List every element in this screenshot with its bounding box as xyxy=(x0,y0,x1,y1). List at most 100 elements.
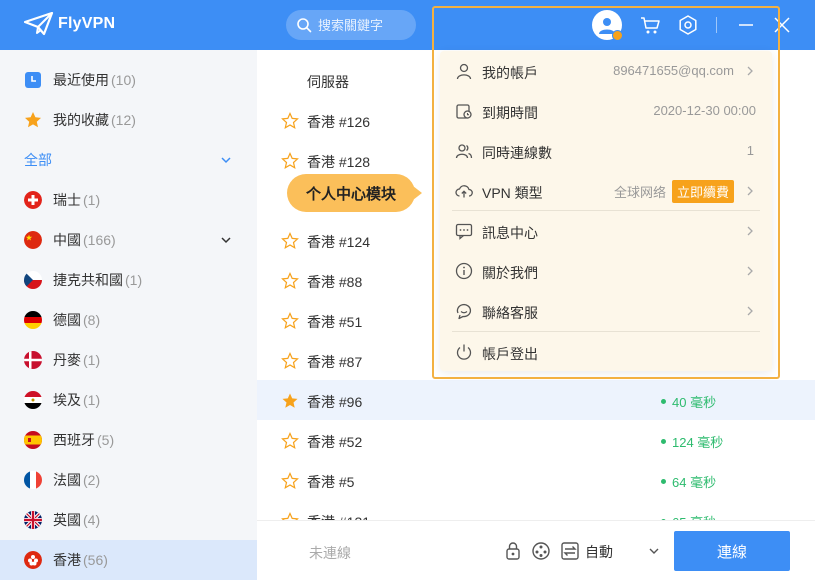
account-email: 896471655@qq.com xyxy=(613,63,734,78)
protocol-mode[interactable]: 自動 xyxy=(585,542,613,562)
sidebar-item-label: 我的收藏 xyxy=(53,112,109,128)
server-column-header: 伺服器 xyxy=(307,74,349,90)
sidebar-item-label: 香港 xyxy=(53,552,81,568)
server-name: 香港 #128 xyxy=(307,154,371,170)
star-outline-icon[interactable] xyxy=(281,512,299,520)
sidebar-item-count: (1) xyxy=(83,192,101,208)
cart-icon xyxy=(641,17,660,34)
sidebar-item-spain[interactable]: 西班牙 (5) xyxy=(0,420,257,460)
star-outline-icon[interactable] xyxy=(281,352,299,370)
sidebar-item-count: (10) xyxy=(111,72,136,88)
menu-item-messages[interactable]: 訊息中心 xyxy=(440,211,772,251)
sidebar-item-favorites[interactable]: 我的收藏 (12) xyxy=(0,100,257,140)
connection-status: 未連線 xyxy=(309,545,351,561)
star-outline-icon[interactable] xyxy=(281,312,299,330)
user-icon xyxy=(456,63,472,80)
sidebar-item-recent[interactable]: 最近使用 (10) xyxy=(0,60,257,100)
menu-item-label: 我的帳戶 xyxy=(482,65,538,81)
close-button[interactable] xyxy=(769,12,795,38)
server-name: 香港 #124 xyxy=(307,234,371,250)
star-outline-icon[interactable] xyxy=(281,152,299,170)
protocol-switch-icon[interactable] xyxy=(560,541,580,561)
sidebar-item-label: 德國 xyxy=(53,312,81,328)
chevron-down-icon[interactable] xyxy=(647,544,661,558)
server-name: 香港 #5 xyxy=(307,474,355,490)
sidebar-item-germany[interactable]: 德國 (8) xyxy=(0,300,257,340)
minimize-button[interactable] xyxy=(733,12,759,38)
cart-button[interactable] xyxy=(637,12,663,38)
sidebar-item-hongkong[interactable]: 香港 (56) xyxy=(0,540,257,580)
sidebar-item-count: (1) xyxy=(125,272,143,288)
chevron-right-icon xyxy=(747,66,753,76)
message-icon xyxy=(455,223,473,240)
menu-item-account[interactable]: 我的帳戶 896471655@qq.com xyxy=(440,51,772,91)
menu-item-support[interactable]: 聯絡客服 xyxy=(440,291,772,331)
menu-item-label: 訊息中心 xyxy=(482,225,538,241)
server-name: 香港 #52 xyxy=(307,434,363,450)
connection-bar: 未連線 自動 連線 xyxy=(257,520,815,580)
star-outline-icon[interactable] xyxy=(281,472,299,490)
info-icon xyxy=(455,262,473,280)
menu-item-label: 聯絡客服 xyxy=(482,305,538,321)
flag-france-icon xyxy=(24,471,42,489)
title-bar: FlyVPN xyxy=(0,0,815,50)
annotation-callout: 个人中心模块 xyxy=(287,174,415,212)
renew-now-button[interactable]: 立即續費 xyxy=(671,180,734,203)
vpn-type-value: 全球网络 立即續費 xyxy=(614,180,734,203)
chevron-down-icon xyxy=(221,157,231,164)
star-filled-icon[interactable] xyxy=(281,392,299,410)
star-outline-icon[interactable] xyxy=(281,232,299,250)
star-outline-icon[interactable] xyxy=(281,432,299,450)
sidebar-item-label: 最近使用 xyxy=(53,72,109,88)
chevron-down-icon[interactable] xyxy=(219,233,233,247)
sidebar-item-egypt[interactable]: 埃及 (1) xyxy=(0,380,257,420)
sidebar-item-denmark[interactable]: 丹麥 (1) xyxy=(0,340,257,380)
country-sidebar: 最近使用 (10) 我的收藏 (12) 全部 瑞士 (1) 中國 (166) 捷… xyxy=(0,50,257,580)
server-row[interactable]: 香港 #52 124 毫秒 xyxy=(257,420,815,460)
sidebar-item-count: (56) xyxy=(83,552,108,568)
star-outline-icon[interactable] xyxy=(281,112,299,130)
menu-item-label: 到期時間 xyxy=(482,105,538,121)
network-icon[interactable] xyxy=(531,541,551,561)
settings-button[interactable] xyxy=(675,12,701,38)
sidebar-item-label: 捷克共和國 xyxy=(53,272,123,288)
server-ping: 65 毫秒 xyxy=(661,512,716,520)
user-avatar-button[interactable] xyxy=(592,10,623,41)
server-row[interactable]: 香港 #131 65 毫秒 xyxy=(257,500,815,520)
flag-spain-icon xyxy=(24,431,42,449)
sidebar-item-label: 英國 xyxy=(53,512,81,528)
server-name: 香港 #51 xyxy=(307,314,363,330)
chevron-right-icon xyxy=(747,266,753,276)
menu-item-vpn-type[interactable]: VPN 類型 全球网络 立即續費 xyxy=(440,171,772,211)
menu-item-label: 同時連線數 xyxy=(482,145,552,161)
server-name: 香港 #131 xyxy=(307,512,370,520)
search-box[interactable] xyxy=(286,10,416,40)
power-icon xyxy=(456,344,472,360)
connect-button[interactable]: 連線 xyxy=(674,531,790,571)
sidebar-item-count: (166) xyxy=(83,232,116,248)
sidebar-item-uk[interactable]: 英國 (4) xyxy=(0,500,257,540)
sidebar-item-count: (5) xyxy=(97,432,115,448)
user-center-menu: 我的帳戶 896471655@qq.com 到期時間 2020-12-30 00… xyxy=(440,51,772,371)
sidebar-item-france[interactable]: 法國 (2) xyxy=(0,460,257,500)
vip-badge-icon xyxy=(612,30,623,41)
server-row[interactable]: 香港 #5 64 毫秒 xyxy=(257,460,815,500)
sidebar-item-switzerland[interactable]: 瑞士 (1) xyxy=(0,180,257,220)
sidebar-item-label: 埃及 xyxy=(53,392,81,408)
sidebar-item-china[interactable]: 中國 (166) xyxy=(0,220,257,260)
server-name: 香港 #96 xyxy=(307,394,363,410)
sidebar-item-label: 瑞士 xyxy=(53,192,81,208)
star-outline-icon[interactable] xyxy=(281,272,299,290)
search-icon xyxy=(297,18,312,33)
search-input[interactable] xyxy=(318,17,408,33)
sidebar-item-count: (2) xyxy=(83,472,101,488)
sidebar-item-label: 法國 xyxy=(53,472,81,488)
support-chat-icon xyxy=(456,303,472,320)
sidebar-item-czech[interactable]: 捷克共和國 (1) xyxy=(0,260,257,300)
menu-item-logout[interactable]: 帳戶登出 xyxy=(440,332,772,372)
server-row-selected[interactable]: 香港 #96 40 毫秒 xyxy=(257,380,815,420)
menu-item-about[interactable]: 關於我們 xyxy=(440,251,772,291)
sidebar-section-all[interactable]: 全部 xyxy=(0,140,257,180)
lock-icon[interactable] xyxy=(503,541,523,561)
cloud-upload-icon xyxy=(455,185,473,198)
